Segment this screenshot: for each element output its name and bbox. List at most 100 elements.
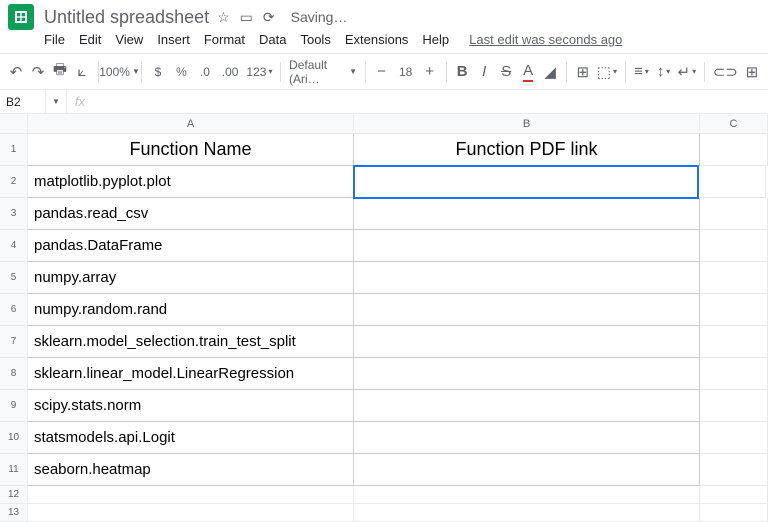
- cell-c9[interactable]: [700, 390, 768, 422]
- row-header-10[interactable]: 10: [0, 422, 28, 454]
- document-title[interactable]: Untitled spreadsheet: [44, 7, 209, 28]
- formula-input[interactable]: [93, 90, 768, 113]
- paint-format-button[interactable]: ⟀: [74, 59, 90, 85]
- cell-c3[interactable]: [700, 198, 768, 230]
- cell-c11[interactable]: [700, 454, 768, 486]
- print-button[interactable]: 🖶: [52, 59, 68, 85]
- cell-b3[interactable]: [354, 198, 700, 230]
- menu-insert[interactable]: Insert: [157, 32, 190, 47]
- percent-button[interactable]: %: [173, 59, 191, 85]
- cloud-saving-icon[interactable]: ⟳: [263, 9, 275, 26]
- cell-b9[interactable]: [354, 390, 700, 422]
- cell-a6[interactable]: numpy.random.rand: [28, 294, 354, 326]
- cell-b1[interactable]: Function PDF link: [354, 134, 700, 166]
- cell-b2[interactable]: [353, 165, 699, 199]
- font-size-select[interactable]: 18: [396, 59, 416, 85]
- column-header-a[interactable]: A: [28, 114, 354, 133]
- fill-color-button[interactable]: ◢: [542, 59, 558, 85]
- vertical-align-button[interactable]: ↕▾: [656, 59, 672, 85]
- merge-cells-button[interactable]: ⬚▾: [597, 59, 617, 85]
- menu-file[interactable]: File: [44, 32, 65, 47]
- cell-b7[interactable]: [354, 326, 700, 358]
- row-header-11[interactable]: 11: [0, 454, 28, 486]
- more-formats-button[interactable]: 123▾: [246, 59, 272, 85]
- text-color-button[interactable]: A: [520, 59, 536, 85]
- bold-button[interactable]: B: [454, 59, 470, 85]
- redo-button[interactable]: ↷: [30, 59, 46, 85]
- row-header-6[interactable]: 6: [0, 294, 28, 326]
- cell-a4[interactable]: pandas.DataFrame: [28, 230, 354, 262]
- cell-a7[interactable]: sklearn.model_selection.train_test_split: [28, 326, 354, 358]
- zoom-select[interactable]: 100%▼: [107, 59, 133, 85]
- cell-a8[interactable]: sklearn.linear_model.LinearRegression: [28, 358, 354, 390]
- cell-a2[interactable]: matplotlib.pyplot.plot: [28, 166, 354, 198]
- menu-tools[interactable]: Tools: [300, 32, 330, 47]
- cell-a12[interactable]: [28, 486, 354, 504]
- row-header-2[interactable]: 2: [0, 166, 28, 198]
- horizontal-align-button[interactable]: ≡▾: [634, 59, 650, 85]
- sheets-logo[interactable]: [8, 4, 34, 30]
- text-wrap-button[interactable]: ↵▾: [678, 59, 697, 85]
- font-family-select[interactable]: Default (Ari…▼: [289, 59, 357, 85]
- star-icon[interactable]: ☆: [217, 9, 230, 26]
- italic-button[interactable]: I: [476, 59, 492, 85]
- row-header-12[interactable]: 12: [0, 486, 28, 504]
- cell-b5[interactable]: [354, 262, 700, 294]
- decrease-decimal-button[interactable]: .0: [196, 59, 214, 85]
- menu-format[interactable]: Format: [204, 32, 245, 47]
- cell-c8[interactable]: [700, 358, 768, 390]
- cell-b12[interactable]: [354, 486, 700, 504]
- name-box[interactable]: B2: [0, 90, 46, 113]
- row-header-1[interactable]: 1: [0, 134, 28, 166]
- cell-c4[interactable]: [700, 230, 768, 262]
- row-header-4[interactable]: 4: [0, 230, 28, 262]
- cell-a13[interactable]: [28, 504, 354, 522]
- menu-data[interactable]: Data: [259, 32, 286, 47]
- select-all-corner[interactable]: [0, 114, 28, 133]
- row-header-7[interactable]: 7: [0, 326, 28, 358]
- cell-a3[interactable]: pandas.read_csv: [28, 198, 354, 230]
- cell-b8[interactable]: [354, 358, 700, 390]
- menu-edit[interactable]: Edit: [79, 32, 101, 47]
- row-header-3[interactable]: 3: [0, 198, 28, 230]
- cell-b11[interactable]: [354, 454, 700, 486]
- cell-a10[interactable]: statsmodels.api.Logit: [28, 422, 354, 454]
- name-box-dropdown[interactable]: ▼: [46, 90, 67, 113]
- menu-help[interactable]: Help: [422, 32, 449, 47]
- font-size-decrease[interactable]: −: [374, 59, 390, 85]
- insert-comment-button[interactable]: ⊞: [744, 59, 760, 85]
- cell-c1[interactable]: [700, 134, 768, 166]
- menu-extensions[interactable]: Extensions: [345, 32, 409, 47]
- cell-a11[interactable]: seaborn.heatmap: [28, 454, 354, 486]
- cell-a1[interactable]: Function Name: [28, 134, 354, 166]
- cell-c6[interactable]: [700, 294, 768, 326]
- row-header-9[interactable]: 9: [0, 390, 28, 422]
- cell-b13[interactable]: [354, 504, 700, 522]
- last-edit-link[interactable]: Last edit was seconds ago: [469, 32, 622, 47]
- cell-a9[interactable]: scipy.stats.norm: [28, 390, 354, 422]
- column-header-b[interactable]: B: [354, 114, 700, 133]
- borders-button[interactable]: ⊞: [575, 59, 591, 85]
- font-size-increase[interactable]: +: [422, 59, 438, 85]
- insert-link-button[interactable]: ⊂⊃: [713, 59, 738, 85]
- move-icon[interactable]: ▭: [240, 9, 253, 26]
- cell-b4[interactable]: [354, 230, 700, 262]
- undo-button[interactable]: ↶: [8, 59, 24, 85]
- menu-view[interactable]: View: [115, 32, 143, 47]
- cell-a5[interactable]: numpy.array: [28, 262, 354, 294]
- row-header-13[interactable]: 13: [0, 504, 28, 522]
- cell-b6[interactable]: [354, 294, 700, 326]
- column-header-c[interactable]: C: [700, 114, 768, 133]
- cell-c13[interactable]: [700, 504, 768, 522]
- cell-c12[interactable]: [700, 486, 768, 504]
- cell-c10[interactable]: [700, 422, 768, 454]
- strikethrough-button[interactable]: S: [498, 59, 514, 85]
- increase-decimal-button[interactable]: .00: [220, 59, 241, 85]
- currency-button[interactable]: $: [149, 59, 167, 85]
- row-header-8[interactable]: 8: [0, 358, 28, 390]
- cell-b10[interactable]: [354, 422, 700, 454]
- cell-c5[interactable]: [700, 262, 768, 294]
- cell-c7[interactable]: [700, 326, 768, 358]
- cell-c2[interactable]: [698, 166, 766, 198]
- row-header-5[interactable]: 5: [0, 262, 28, 294]
